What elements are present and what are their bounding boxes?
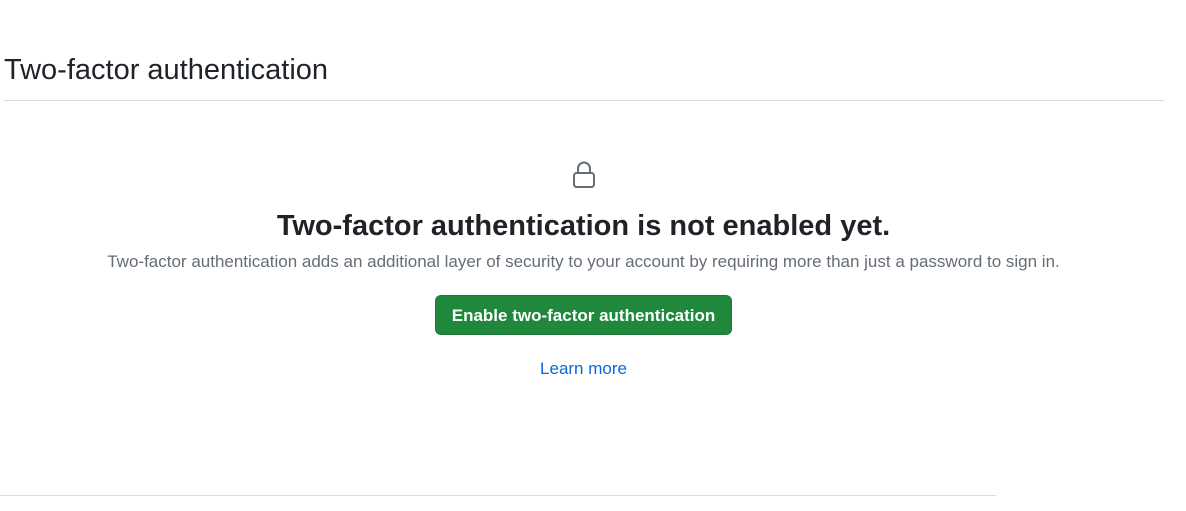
page-title: Two-factor authentication	[4, 54, 329, 86]
learn-more-link[interactable]: Learn more	[0, 357, 1167, 381]
lock-icon	[571, 161, 597, 194]
two-factor-settings-page: Two-factor authentication Two-factor aut…	[0, 0, 1186, 511]
page-header: Two-factor authentication	[4, 48, 1164, 101]
blankslate-heading: Two-factor authentication is not enabled…	[276, 210, 891, 242]
two-factor-blankslate: Two-factor authentication is not enabled…	[0, 160, 1167, 381]
bottom-divider	[0, 495, 996, 496]
enable-two-factor-button[interactable]: Enable two-factor authentication	[434, 295, 733, 335]
blankslate-description: Two-factor authentication adds an additi…	[107, 252, 1060, 271]
